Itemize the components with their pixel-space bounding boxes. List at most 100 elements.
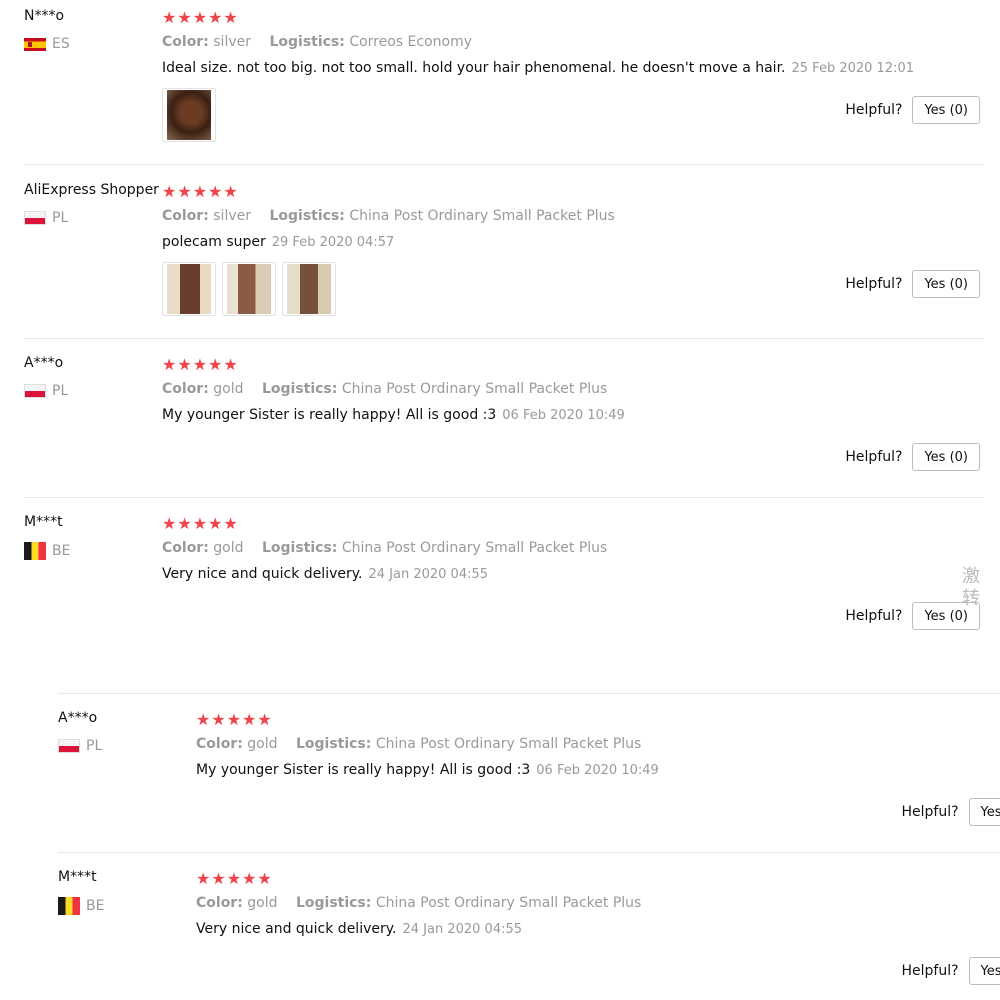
logistics-value: China Post Ordinary Small Packet Plus — [341, 381, 608, 397]
review-photos — [162, 88, 216, 142]
review-date: 25 Feb 2020 12:01 — [791, 61, 915, 76]
color-label: Color: — [196, 895, 243, 911]
logistics-value: China Post Ordinary Small Packet Plus — [375, 895, 642, 911]
review-meta: Color: gold Logistics: China Post Ordina… — [196, 736, 641, 752]
reviews-page: N***o ES ★★★★★ Color: silver Logistics: … — [0, 0, 1000, 1000]
logistics-label: Logistics: — [261, 381, 338, 397]
reviewer-country: ES — [24, 36, 70, 52]
review-text-row: My younger Sister is really happy! All i… — [196, 762, 659, 778]
country-code: PL — [52, 210, 69, 226]
helpful-yes-button[interactable]: Yes (0) — [912, 443, 980, 471]
star-rating: ★★★★★ — [162, 8, 239, 27]
review-meta: Color: silver Logistics: China Post Ordi… — [162, 208, 615, 224]
star-rating: ★★★★★ — [196, 869, 273, 888]
review-text-row: Ideal size. not too big. not too small. … — [162, 60, 914, 76]
country-code: BE — [52, 543, 71, 559]
logistics-label: Logistics: — [261, 540, 338, 556]
helpful-section: Helpful? Yes (0) — [845, 443, 980, 471]
star-rating: ★★★★★ — [162, 514, 239, 533]
color-value: gold — [247, 895, 278, 911]
review-text-row: polecam super 29 Feb 2020 04:57 — [162, 234, 394, 250]
color-value: gold — [213, 381, 244, 397]
country-code: BE — [86, 898, 105, 914]
color-label: Color: — [196, 736, 243, 752]
divider — [58, 852, 1000, 853]
helpful-yes-button[interactable]: Yes (0 — [968, 798, 1000, 826]
helpful-label: Helpful? — [901, 804, 959, 820]
country-code: PL — [52, 383, 69, 399]
reviewer-country: BE — [58, 897, 104, 915]
helpful-section: Helpful? Yes (0) — [845, 96, 980, 124]
color-label: Color: — [162, 208, 209, 224]
reviewer-name: A***o — [58, 710, 98, 726]
helpful-label: Helpful? — [845, 608, 903, 624]
star-rating: ★★★★★ — [196, 710, 273, 729]
review-text: Very nice and quick delivery. — [162, 566, 363, 582]
helpful-yes-button[interactable]: Yes (0) — [912, 96, 980, 124]
reviewer-name: A***o — [24, 355, 64, 371]
belgium-flag-icon — [58, 897, 80, 915]
logistics-value: Correos Economy — [349, 34, 473, 50]
reviewer-name: AliExpress Shopper — [24, 182, 159, 198]
divider — [58, 693, 1000, 694]
review-photo-thumbnail[interactable] — [162, 88, 216, 142]
helpful-section: Helpful? Yes (0 — [901, 957, 1000, 985]
helpful-label: Helpful? — [845, 276, 903, 292]
review-text: My younger Sister is really happy! All i… — [196, 762, 531, 778]
color-value: gold — [213, 540, 244, 556]
country-code: PL — [86, 738, 103, 754]
review-photo — [227, 264, 271, 314]
helpful-section: Helpful? Yes (0) — [845, 602, 980, 630]
reviewer-country: PL — [24, 383, 68, 399]
helpful-yes-button[interactable]: Yes (0 — [968, 957, 1000, 985]
star-rating: ★★★★★ — [162, 182, 239, 201]
helpful-label: Helpful? — [845, 102, 903, 118]
review-date: 24 Jan 2020 04:55 — [368, 567, 489, 582]
review-meta: Color: silver Logistics: Correos Economy — [162, 34, 472, 50]
review-photo — [287, 264, 331, 314]
logistics-value: China Post Ordinary Small Packet Plus — [349, 208, 615, 224]
helpful-label: Helpful? — [901, 963, 959, 979]
review-date: 24 Jan 2020 04:55 — [402, 922, 523, 937]
star-rating: ★★★★★ — [162, 355, 239, 374]
review-photo — [167, 264, 211, 314]
review-photo-thumbnail[interactable] — [222, 262, 276, 316]
review-meta: Color: gold Logistics: China Post Ordina… — [162, 540, 607, 556]
reviewer-country: PL — [24, 210, 68, 226]
poland-flag-icon — [24, 211, 46, 225]
logistics-value: China Post Ordinary Small Packet Plus — [375, 736, 642, 752]
color-label: Color: — [162, 34, 209, 50]
divider — [24, 497, 984, 498]
review-date: 06 Feb 2020 10:49 — [502, 408, 625, 423]
review-text-row: Very nice and quick delivery. 24 Jan 2020… — [196, 921, 522, 937]
review-photo-thumbnail[interactable] — [282, 262, 336, 316]
helpful-section: Helpful? Yes (0) — [845, 270, 980, 298]
review-text: Ideal size. not too big. not too small. … — [162, 60, 786, 76]
spain-flag-icon — [24, 37, 46, 51]
logistics-label: Logistics: — [269, 34, 345, 50]
divider — [24, 338, 984, 339]
review-photos — [162, 262, 336, 316]
color-label: Color: — [162, 540, 209, 556]
review-text-row: My younger Sister is really happy! All i… — [162, 407, 625, 423]
review-text-row: Very nice and quick delivery. 24 Jan 2020… — [162, 566, 488, 582]
review-date: 06 Feb 2020 10:49 — [536, 763, 659, 778]
belgium-flag-icon — [24, 542, 46, 560]
poland-flag-icon — [58, 739, 80, 753]
review-photo — [167, 90, 211, 140]
review-photo-thumbnail[interactable] — [162, 262, 216, 316]
logistics-value: China Post Ordinary Small Packet Plus — [341, 540, 608, 556]
logistics-label: Logistics: — [295, 895, 372, 911]
color-value: silver — [213, 208, 251, 224]
helpful-section: Helpful? Yes (0 — [901, 798, 1000, 826]
color-value: silver — [213, 34, 251, 50]
review-date: 29 Feb 2020 04:57 — [271, 235, 395, 250]
divider — [24, 164, 984, 165]
logistics-label: Logistics: — [269, 208, 345, 224]
review-text: Very nice and quick delivery. — [196, 921, 397, 937]
reviewer-country: BE — [24, 542, 70, 560]
poland-flag-icon — [24, 384, 46, 398]
reviewer-country: PL — [58, 738, 102, 754]
color-label: Color: — [162, 381, 209, 397]
helpful-yes-button[interactable]: Yes (0) — [912, 270, 980, 298]
